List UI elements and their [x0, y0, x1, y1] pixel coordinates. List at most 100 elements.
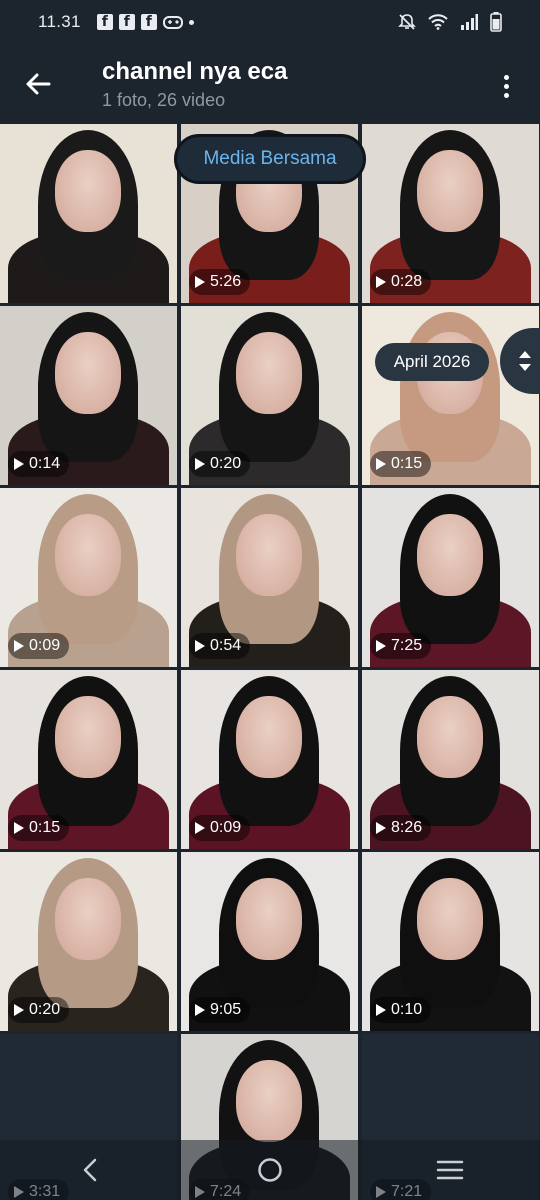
- media-thumbnail[interactable]: 9:05: [181, 852, 358, 1031]
- play-icon: [14, 458, 24, 470]
- more-notifications-dot-icon: [188, 19, 194, 25]
- duration-text: 0:20: [210, 455, 242, 472]
- media-thumbnail[interactable]: 0:54: [181, 488, 358, 667]
- thumbnail-figure: [236, 332, 302, 414]
- play-icon: [195, 276, 205, 288]
- duration-text: 0:15: [391, 455, 423, 472]
- system-navigation-bar: [0, 1140, 540, 1200]
- recents-nav-icon: [436, 1160, 464, 1180]
- duration-text: 8:26: [391, 819, 423, 836]
- media-thumbnail[interactable]: [0, 124, 177, 303]
- more-options-button[interactable]: [486, 66, 526, 106]
- thumbnail-figure: [417, 878, 483, 960]
- facebook-icon: f: [140, 14, 157, 30]
- app-bar: channel nya eca 1 foto, 26 video: [0, 44, 540, 124]
- home-nav-icon: [258, 1158, 282, 1182]
- media-thumbnail[interactable]: 0:09: [181, 670, 358, 849]
- media-grid: 5:26 0:28 0:14 0:20 0:15 0:09 0:54 7:25 0:15 0:09…: [0, 124, 540, 1200]
- duration-text: 0:54: [210, 637, 242, 654]
- play-icon: [195, 640, 205, 652]
- media-thumbnail[interactable]: 0:15: [362, 306, 539, 485]
- duration-text: 0:15: [29, 819, 61, 836]
- media-thumbnail[interactable]: 0:09: [0, 488, 177, 667]
- wifi-icon: [428, 14, 448, 30]
- game-icon: [162, 16, 183, 29]
- thumbnail-figure: [417, 696, 483, 778]
- play-icon: [195, 1004, 205, 1016]
- more-vertical-icon: [503, 74, 509, 80]
- thumbnail-figure: [236, 696, 302, 778]
- play-icon: [14, 640, 24, 652]
- status-bar: 11.31 f f f: [0, 0, 540, 44]
- page-subtitle: 1 foto, 26 video: [102, 90, 226, 110]
- thumbnail-figure: [417, 514, 483, 596]
- duration-text: 0:20: [29, 1001, 61, 1018]
- page-title: channel nya eca: [102, 58, 288, 85]
- duration-text: 9:05: [210, 1001, 242, 1018]
- status-time: 11.31: [38, 12, 81, 31]
- play-icon: [376, 640, 386, 652]
- thumbnail-figure: [236, 514, 302, 596]
- play-icon: [376, 1004, 386, 1016]
- thumbnail-figure: [55, 150, 121, 232]
- play-icon: [14, 1004, 24, 1016]
- thumbnail-image: [0, 124, 177, 303]
- back-nav-icon: [83, 1158, 97, 1182]
- media-thumbnail[interactable]: 0:20: [0, 852, 177, 1031]
- facebook-icon: f: [96, 14, 113, 30]
- media-thumbnail[interactable]: 0:14: [0, 306, 177, 485]
- media-thumbnail[interactable]: 0:15: [0, 670, 177, 849]
- video-duration-badge: 0:20: [8, 997, 70, 1023]
- thumbnail-figure: [55, 332, 121, 414]
- video-duration-badge: 0:14: [8, 451, 70, 477]
- nav-recents-button[interactable]: [420, 1145, 480, 1195]
- arrow-left-icon: [26, 73, 51, 95]
- video-duration-badge: 0:09: [189, 815, 251, 841]
- video-duration-badge: 0:09: [8, 633, 70, 659]
- duration-text: 0:28: [391, 273, 423, 290]
- media-thumbnail[interactable]: 8:26: [362, 670, 539, 849]
- play-icon: [14, 822, 24, 834]
- scroll-arrows-icon: [519, 351, 531, 371]
- thumbnail-figure: [55, 878, 121, 960]
- thumbnail-figure: [236, 1060, 302, 1142]
- mute-icon: [398, 14, 416, 30]
- nav-home-button[interactable]: [240, 1145, 300, 1195]
- duration-text: 5:26: [210, 273, 242, 290]
- thumbnail-figure: [55, 514, 121, 596]
- back-button[interactable]: [14, 62, 62, 106]
- duration-text: 7:25: [391, 637, 423, 654]
- duration-text: 0:10: [391, 1001, 423, 1018]
- video-duration-badge: 7:25: [370, 633, 432, 659]
- video-duration-badge: 0:15: [8, 815, 70, 841]
- video-duration-badge: 0:54: [189, 633, 251, 659]
- video-duration-badge: 0:28: [370, 269, 432, 295]
- play-icon: [195, 458, 205, 470]
- duration-text: 0:14: [29, 455, 61, 472]
- media-thumbnail[interactable]: 0:10: [362, 852, 539, 1031]
- thumbnail-figure: [236, 878, 302, 960]
- media-thumbnail[interactable]: 0:20: [181, 306, 358, 485]
- video-duration-badge: 0:10: [370, 997, 432, 1023]
- signal-icon: [461, 14, 478, 30]
- system-icons: [398, 12, 502, 32]
- play-icon: [195, 822, 205, 834]
- video-duration-badge: 0:15: [370, 451, 432, 477]
- video-duration-badge: 5:26: [189, 269, 251, 295]
- video-duration-badge: 8:26: [370, 815, 432, 841]
- duration-text: 0:09: [210, 819, 242, 836]
- media-thumbnail[interactable]: 0:28: [362, 124, 539, 303]
- thumbnail-figure: [417, 150, 483, 232]
- media-bersama-tab[interactable]: Media Bersama: [174, 134, 366, 184]
- date-label: April 2026: [375, 343, 489, 381]
- media-thumbnail[interactable]: 7:25: [362, 488, 539, 667]
- video-duration-badge: 0:20: [189, 451, 251, 477]
- duration-text: 0:09: [29, 637, 61, 654]
- video-duration-badge: 9:05: [189, 997, 251, 1023]
- battery-icon: [490, 12, 502, 32]
- play-icon: [376, 458, 386, 470]
- play-icon: [376, 822, 386, 834]
- nav-back-button[interactable]: [60, 1145, 120, 1195]
- thumbnail-figure: [55, 696, 121, 778]
- play-icon: [376, 276, 386, 288]
